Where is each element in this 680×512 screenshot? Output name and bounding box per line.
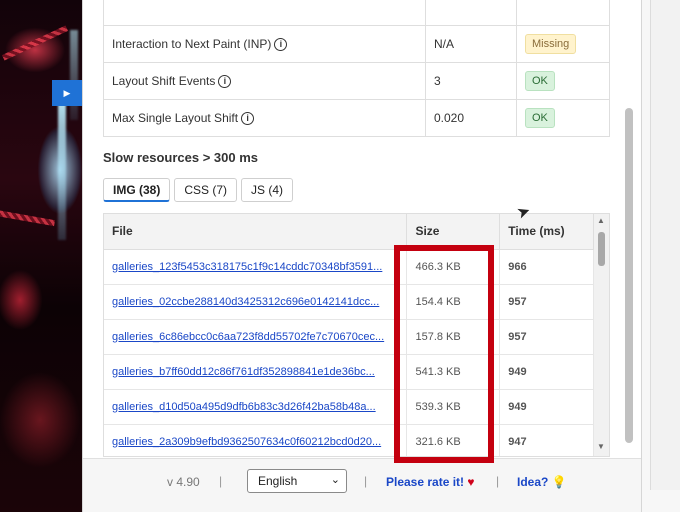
file-link[interactable]: galleries_2a309b9efbd9362507634c0f60212b… bbox=[112, 436, 395, 448]
browser-side-panel bbox=[650, 0, 680, 490]
info-icon[interactable]: i bbox=[218, 75, 232, 88]
panel-scrollbar[interactable] bbox=[621, 0, 637, 458]
metric-name: Max Single Layout Shift bbox=[112, 111, 239, 125]
stage-truss bbox=[0, 209, 56, 227]
time-cell: 947 bbox=[499, 424, 594, 456]
metric-name: Interaction to Next Paint (INP) bbox=[112, 37, 272, 51]
metric-row-inp: Interaction to Next Paint (INP) i N/A Mis… bbox=[103, 25, 610, 63]
light-beam bbox=[58, 100, 66, 240]
table-row: galleries_2a309b9efbd9362507634c0f60212b… bbox=[104, 424, 594, 456]
tab-css[interactable]: CSS (7) bbox=[174, 178, 238, 202]
size-cell: 154.4 KB bbox=[406, 284, 501, 320]
side-toggle-button[interactable]: ▶ bbox=[52, 80, 82, 106]
table-row: galleries_123f5453c318175c1f9c14cddc7034… bbox=[104, 249, 594, 285]
table-row: galleries_6c86ebcc0c6aa723f8dd55702fe7c7… bbox=[104, 319, 594, 355]
time-cell: 949 bbox=[499, 389, 594, 425]
column-header-size[interactable]: Size bbox=[406, 214, 501, 250]
size-cell: 466.3 KB bbox=[406, 249, 501, 285]
info-icon[interactable]: i bbox=[274, 38, 288, 51]
size-cell: 321.6 KB bbox=[406, 424, 501, 456]
resource-tabs: IMG (38) CSS (7) JS (4) bbox=[103, 178, 294, 202]
metric-name: Layout Shift Events bbox=[112, 74, 216, 88]
file-link[interactable]: galleries_6c86ebcc0c6aa723f8dd55702fe7c7… bbox=[112, 331, 395, 343]
extension-panel: Interaction to Next Paint (INP) i N/A Mis… bbox=[82, 0, 642, 512]
file-link[interactable]: galleries_b7ff60dd12c86f761df352898841e1… bbox=[112, 366, 395, 378]
size-cell: 541.3 KB bbox=[406, 354, 501, 390]
footer-separator: | bbox=[364, 474, 368, 488]
file-link[interactable]: galleries_123f5453c318175c1f9c14cddc7034… bbox=[112, 261, 395, 273]
metric-row-layout-shift-events: Layout Shift Events i 3 OK bbox=[103, 62, 610, 100]
table-row: galleries_d10d50a495d9dfb6b83c3d26f42ba5… bbox=[104, 389, 594, 425]
tab-js[interactable]: JS (4) bbox=[241, 178, 294, 202]
chevron-down-icon: ⌄ bbox=[330, 474, 340, 486]
status-badge: OK bbox=[525, 108, 555, 128]
status-badge: OK bbox=[525, 71, 555, 91]
stage-truss bbox=[2, 25, 68, 61]
table-row: galleries_02ccbe288140d3425312c696e01421… bbox=[104, 284, 594, 320]
rate-link[interactable]: Please rate it! ♥ bbox=[386, 475, 475, 489]
size-cell: 539.3 KB bbox=[406, 389, 501, 425]
time-cell: 949 bbox=[499, 354, 594, 390]
heart-icon: ♥ bbox=[467, 475, 475, 489]
time-cell: 966 bbox=[499, 249, 594, 285]
table-scrollbar-thumb[interactable] bbox=[598, 232, 605, 266]
version-label: v 4.90 bbox=[167, 475, 200, 489]
idea-link[interactable]: Idea? 💡 bbox=[517, 475, 567, 489]
scroll-down-arrow-icon[interactable]: ▼ bbox=[597, 442, 605, 451]
background-concert-photo: ▶ bbox=[0, 0, 82, 512]
lightbulb-icon: 💡 bbox=[551, 475, 567, 489]
size-cell: 157.8 KB bbox=[406, 319, 501, 355]
panel-footer: v 4.90 | English ⌄ | Please rate it! ♥ |… bbox=[83, 458, 641, 512]
language-selected-value: English bbox=[258, 474, 298, 488]
metrics-table: Interaction to Next Paint (INP) i N/A Mis… bbox=[103, 0, 610, 137]
scroll-up-arrow-icon[interactable]: ▲ bbox=[597, 216, 605, 225]
resource-table: File Size Time (ms) galleries_123f5453c3… bbox=[104, 214, 594, 456]
light-beam bbox=[70, 30, 78, 120]
file-link[interactable]: galleries_d10d50a495d9dfb6b83c3d26f42ba5… bbox=[112, 401, 395, 413]
table-scrollbar[interactable]: ▲ ▼ bbox=[594, 214, 609, 456]
metric-value: 3 bbox=[425, 62, 517, 100]
info-icon[interactable]: i bbox=[241, 112, 255, 125]
panel-scrollbar-thumb[interactable] bbox=[625, 108, 633, 443]
metric-value: N/A bbox=[425, 25, 517, 63]
file-link[interactable]: galleries_02ccbe288140d3425312c696e01421… bbox=[112, 296, 395, 308]
language-select[interactable]: English ⌄ bbox=[247, 469, 347, 493]
tab-img[interactable]: IMG (38) bbox=[103, 178, 171, 202]
section-title: Slow resources > 300 ms bbox=[103, 150, 259, 165]
column-header-file[interactable]: File bbox=[104, 214, 408, 250]
table-row: galleries_b7ff60dd12c86f761df352898841e1… bbox=[104, 354, 594, 390]
time-cell: 957 bbox=[499, 319, 594, 355]
panel-content: Interaction to Next Paint (INP) i N/A Mis… bbox=[83, 0, 623, 458]
metric-row-max-layout-shift: Max Single Layout Shift i 0.020 OK bbox=[103, 99, 610, 137]
idea-label: Idea? bbox=[517, 475, 549, 489]
footer-separator: | bbox=[219, 474, 223, 488]
column-header-time[interactable]: Time (ms) bbox=[499, 214, 594, 250]
footer-separator: | bbox=[496, 474, 500, 488]
rate-label: Please rate it! bbox=[386, 475, 465, 489]
resource-table-container: File Size Time (ms) galleries_123f5453c3… bbox=[103, 213, 610, 457]
metric-value: 0.020 bbox=[425, 99, 517, 137]
time-cell: 957 bbox=[499, 284, 594, 320]
status-badge: Missing bbox=[525, 34, 577, 54]
